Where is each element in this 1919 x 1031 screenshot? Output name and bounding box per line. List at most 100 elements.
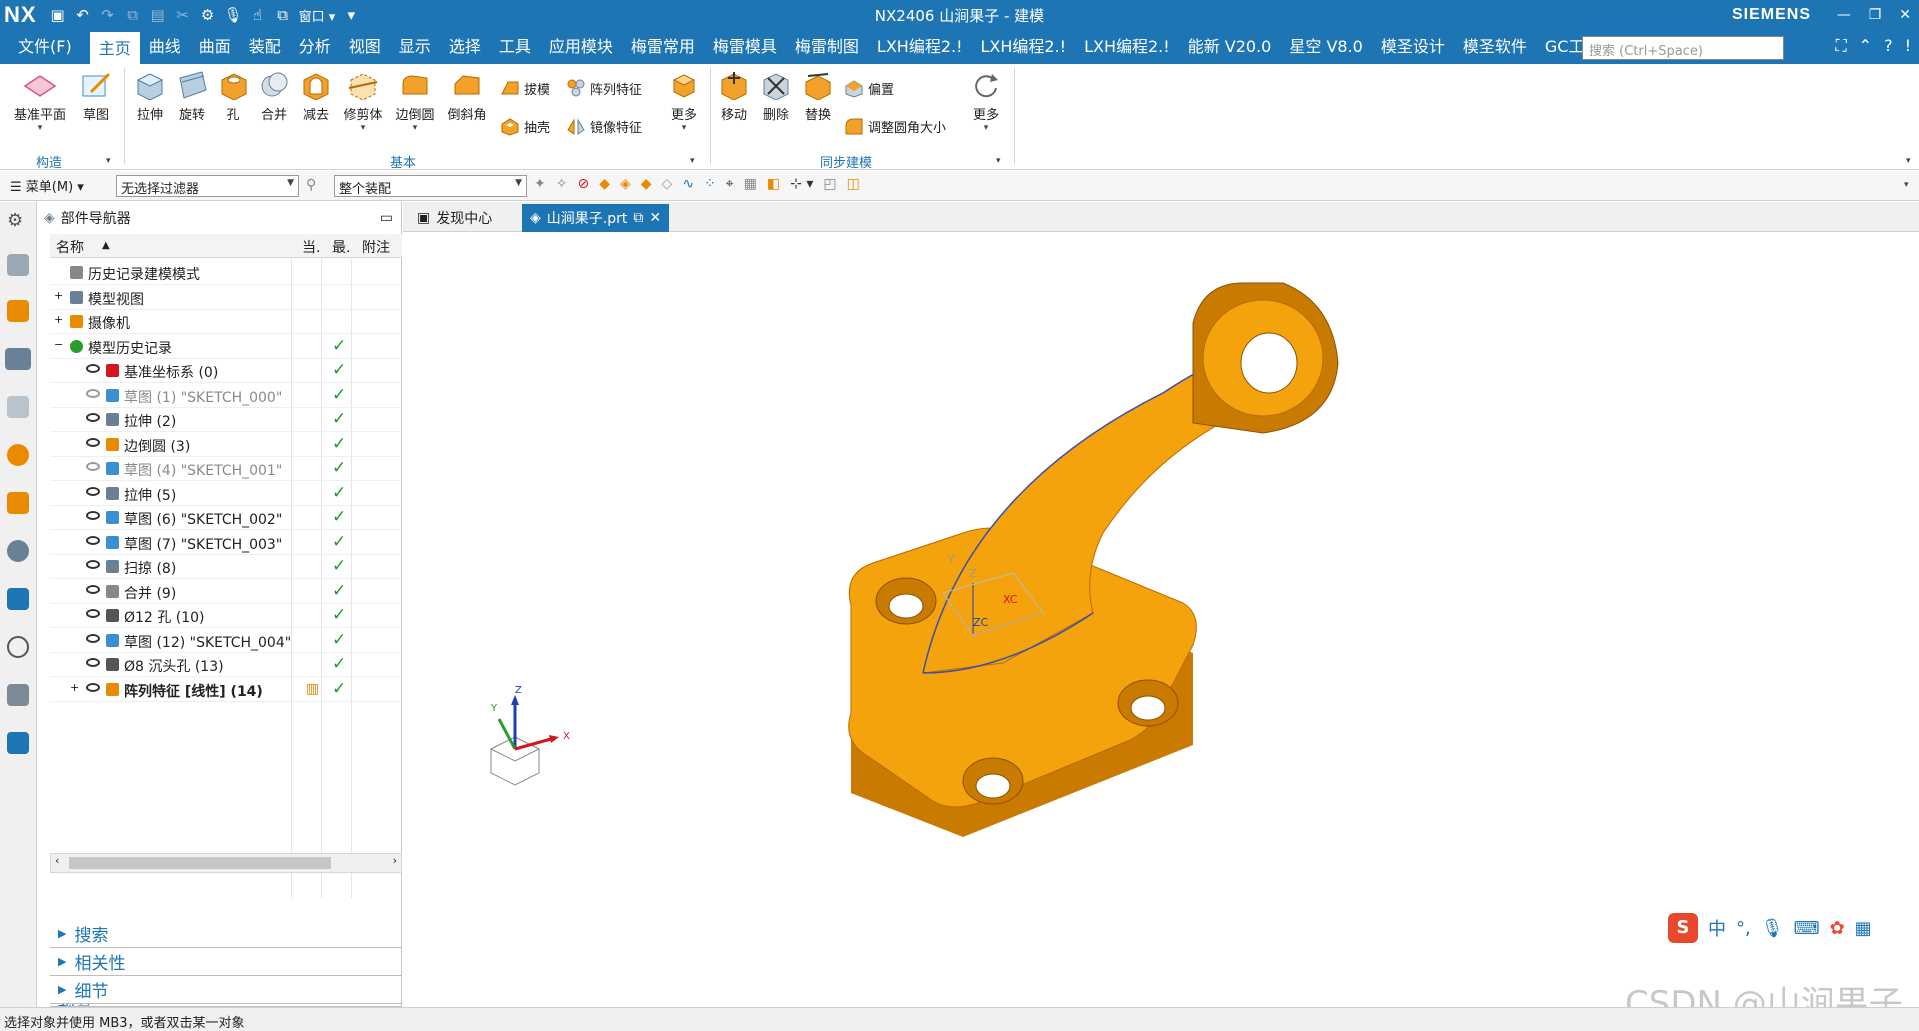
tools-icon[interactable]: ⚙ bbox=[199, 6, 217, 24]
sync-more-button[interactable]: 更多 ▾ bbox=[966, 70, 1006, 133]
web-browser-icon[interactable] bbox=[7, 492, 29, 514]
tab-applications[interactable]: 应用模块 bbox=[540, 30, 622, 64]
graphics-window[interactable]: XC Y Z ZC X Y Z bbox=[403, 233, 1919, 1007]
redo-icon[interactable]: ↷ bbox=[99, 6, 117, 24]
system-materials-icon[interactable] bbox=[7, 588, 29, 610]
ime-keyboard-icon[interactable]: ⌨ bbox=[1794, 918, 1820, 939]
solid-body-icon[interactable]: ◆ bbox=[599, 176, 610, 192]
minimize-icon[interactable]: — bbox=[1837, 7, 1851, 23]
tree-row[interactable]: 草图 (12) "SKETCH_004" ✓ bbox=[50, 629, 402, 653]
tab-view[interactable]: 视图 bbox=[340, 30, 390, 64]
copy-icon[interactable]: ⧉ bbox=[124, 6, 142, 24]
tab-tools[interactable]: 工具 bbox=[490, 30, 540, 64]
tree-row[interactable]: 拉伸 (2) ✓ bbox=[50, 408, 402, 432]
tab-lxh-2[interactable]: LXH编程2.! bbox=[972, 30, 1076, 64]
tree-row[interactable]: 草图 (4) "SKETCH_001" ✓ bbox=[50, 457, 402, 481]
select-all-icon[interactable]: ✦ bbox=[534, 176, 546, 192]
scroll-left-icon[interactable]: ‹ bbox=[55, 854, 59, 867]
tree-row[interactable]: − 模型历史记录 ✓ bbox=[50, 335, 402, 359]
tab-home[interactable]: 主页 bbox=[89, 30, 140, 64]
shell-button[interactable]: 抽壳 bbox=[500, 116, 550, 136]
tab-nengxin[interactable]: 能新 V20.0 bbox=[1179, 30, 1281, 64]
face-icon[interactable]: ◈ bbox=[620, 176, 631, 192]
hidden-eye-icon[interactable] bbox=[86, 388, 100, 398]
ime-toolbox-icon[interactable]: ▦ bbox=[1855, 918, 1872, 939]
visible-eye-icon[interactable] bbox=[86, 609, 100, 618]
revolve-button[interactable]: 旋转 bbox=[174, 70, 210, 123]
toolbar-options-icon[interactable]: ▾ bbox=[1904, 180, 1909, 190]
edge-blend-button[interactable]: 边倒圆 ▾ bbox=[392, 70, 438, 133]
scrollbar-thumb[interactable] bbox=[69, 857, 331, 869]
column-notes[interactable]: 附注 bbox=[362, 237, 390, 257]
tab-meilei-common[interactable]: 梅雷常用 bbox=[622, 30, 704, 64]
constraint-navigator-icon[interactable] bbox=[7, 300, 29, 322]
basic-more-button[interactable]: 更多 ▾ bbox=[664, 70, 704, 133]
unite-button[interactable]: 合并 bbox=[256, 70, 292, 123]
tab-select[interactable]: 选择 bbox=[440, 30, 490, 64]
menu-button[interactable]: ☰ 菜单(M) ▾ bbox=[10, 176, 84, 195]
tree-row[interactable]: 草图 (1) "SKETCH_000" ✓ bbox=[50, 384, 402, 408]
roles-icon[interactable] bbox=[7, 732, 29, 754]
ime-language-toggle[interactable]: 中 bbox=[1708, 915, 1726, 941]
visible-eye-icon[interactable] bbox=[86, 437, 100, 447]
snap-icon[interactable]: ✧ bbox=[556, 176, 568, 192]
visible-eye-icon[interactable] bbox=[86, 658, 100, 667]
subtract-button[interactable]: 减去 bbox=[298, 70, 334, 123]
tab-mosheng-software[interactable]: 模圣软件 bbox=[1454, 30, 1536, 64]
delete-face-button[interactable]: 删除 bbox=[758, 70, 794, 123]
history-icon[interactable] bbox=[7, 540, 29, 562]
tab-meilei-drafting[interactable]: 梅雷制图 bbox=[786, 30, 868, 64]
ime-skin-icon[interactable]: ✿ bbox=[1830, 918, 1845, 939]
model-canvas[interactable]: XC Y Z ZC X Y Z bbox=[403, 233, 1919, 1007]
point-icon[interactable]: ⁘ bbox=[704, 176, 716, 192]
collapse-ribbon-icon[interactable]: ⌃ bbox=[1859, 36, 1872, 56]
panel-search[interactable]: ▶ 搜索 bbox=[50, 920, 402, 948]
visible-eye-icon[interactable] bbox=[86, 560, 100, 569]
horizontal-scrollbar[interactable]: ‹ › bbox=[50, 853, 402, 873]
expand-toggle-icon[interactable]: − bbox=[54, 338, 63, 351]
file-menu[interactable]: 文件(F) bbox=[0, 30, 90, 64]
basic-group-expand-icon[interactable]: ▾ bbox=[690, 156, 695, 166]
tab-meilei-mold[interactable]: 梅雷模具 bbox=[704, 30, 786, 64]
ribbon-options-icon[interactable]: ▾ bbox=[1906, 156, 1911, 166]
resize-blend-button[interactable]: 调整圆角大小 bbox=[844, 116, 946, 136]
tree-row[interactable]: 合并 (9) ✓ bbox=[50, 580, 402, 604]
expand-toggle-icon[interactable]: + bbox=[54, 289, 63, 302]
tab-part-file[interactable]: ◈ 山涧果子.prt ⧉ ✕ bbox=[522, 204, 670, 232]
assembly-icon[interactable]: ◰ bbox=[823, 176, 836, 192]
visible-eye-icon[interactable] bbox=[86, 682, 100, 692]
column-current[interactable]: 当. bbox=[302, 237, 320, 257]
tree-row[interactable]: 草图 (6) "SKETCH_002" ✓ bbox=[50, 506, 402, 530]
selection-filter-select[interactable]: 无选择过滤器 ▼ bbox=[116, 175, 299, 197]
panel-dependencies[interactable]: ▶ 相关性 bbox=[50, 948, 402, 976]
replace-face-button[interactable]: 替换 bbox=[800, 70, 836, 123]
reset-filter-icon[interactable]: ⚲ bbox=[306, 177, 316, 193]
tab-xingkong[interactable]: 星空 V8.0 bbox=[1280, 30, 1371, 64]
fullscreen-icon[interactable]: ⛶ bbox=[1835, 36, 1846, 56]
body-icon[interactable]: ◫ bbox=[847, 176, 860, 192]
process-studio-icon[interactable] bbox=[7, 684, 29, 706]
visible-eye-icon[interactable] bbox=[86, 511, 100, 520]
tree-row[interactable]: 边倒圆 (3) ✓ bbox=[50, 433, 402, 457]
close-icon[interactable]: ✕ bbox=[1899, 7, 1911, 23]
reuse-library-icon[interactable] bbox=[7, 396, 29, 418]
tree-row[interactable]: 拉伸 (5) ✓ bbox=[50, 482, 402, 506]
mirror-feature-button[interactable]: 镜像特征 bbox=[566, 116, 642, 136]
sync-group-expand-icon[interactable]: ▾ bbox=[996, 156, 1001, 166]
snap-point-icon[interactable]: ⊹ ▾ bbox=[790, 176, 813, 192]
layer-icon[interactable]: ◧ bbox=[767, 176, 780, 192]
window-switch-icon[interactable]: ⧉ bbox=[274, 6, 292, 24]
hidden-eye-icon[interactable] bbox=[86, 462, 100, 471]
selection-scope-select[interactable]: 整个装配 ▼ bbox=[334, 175, 527, 197]
expand-toggle-icon[interactable]: + bbox=[70, 681, 79, 694]
column-latest[interactable]: 最. bbox=[332, 237, 350, 257]
tab-mosheng-design[interactable]: 模圣设计 bbox=[1372, 30, 1454, 64]
scroll-right-icon[interactable]: › bbox=[393, 854, 397, 867]
visible-eye-icon[interactable] bbox=[86, 584, 100, 594]
sogou-logo-icon[interactable]: S bbox=[1668, 913, 1698, 943]
tree-row[interactable]: Ø8 沉头孔 (13) ✓ bbox=[50, 653, 402, 677]
ime-punct-icon[interactable]: °, bbox=[1736, 918, 1751, 939]
close-tab-icon[interactable]: ✕ bbox=[649, 210, 661, 226]
visible-eye-icon[interactable] bbox=[86, 364, 100, 373]
cut-icon[interactable]: ✂ bbox=[174, 6, 192, 24]
